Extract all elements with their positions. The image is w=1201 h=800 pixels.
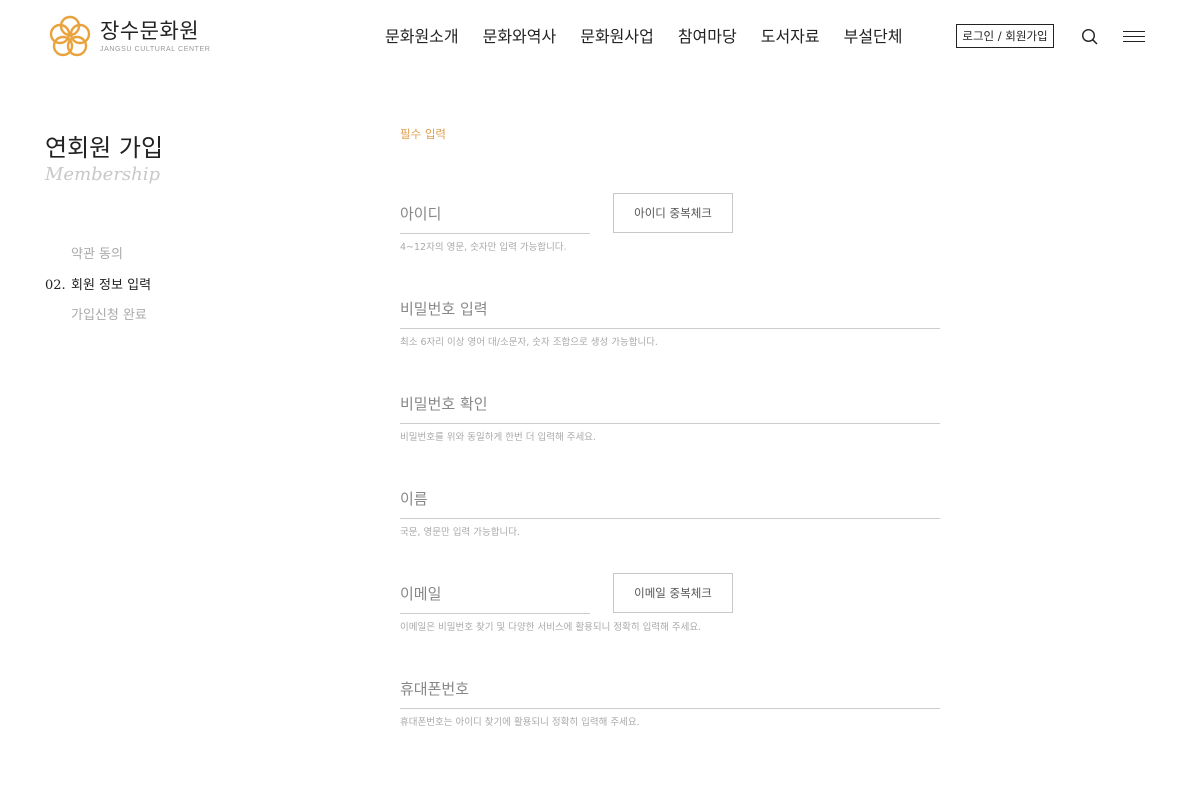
- nav-item-community[interactable]: 참여마당: [678, 26, 737, 48]
- nav-item-affiliates[interactable]: 부설단체: [844, 26, 903, 48]
- site-logo[interactable]: 장수문화원 JANGSU CULTURAL CENTER: [48, 14, 210, 58]
- password-field-group: 최소 6자리 이상 영어 대/소문자, 숫자 조합으로 생성 가능합니다.: [400, 291, 940, 348]
- id-input[interactable]: [400, 196, 590, 232]
- step-label: 회원 정보 입력: [71, 277, 152, 293]
- logo-name-en: JANGSU CULTURAL CENTER: [100, 46, 211, 53]
- name-hint: 국문, 영문만 입력 가능합니다.: [400, 527, 520, 538]
- nav-item-about[interactable]: 문화원소개: [385, 26, 459, 48]
- nav-item-library[interactable]: 도서자료: [761, 26, 820, 48]
- nav-item-history[interactable]: 문화와역사: [483, 26, 557, 48]
- name-field-group: 국문, 영문만 입력 가능합니다.: [400, 481, 940, 538]
- id-hint: 4~12자의 영문, 숫자만 입력 가능합니다.: [400, 242, 567, 253]
- page-title: 연회원 가입: [45, 134, 164, 162]
- password-confirm-hint: 비밀번호를 위와 동일하게 한번 더 입력해 주세요.: [400, 432, 596, 443]
- id-duplicate-check-button[interactable]: 아이디 중복체크: [613, 193, 733, 233]
- logo-name-ko: 장수문화원: [100, 19, 200, 43]
- password-confirm-field-group: 비밀번호를 위와 동일하게 한번 더 입력해 주세요.: [400, 386, 940, 443]
- name-input[interactable]: [400, 481, 940, 517]
- phone-hint: 휴대폰번호는 아이디 찾기에 활용되니 정확히 입력해 주세요.: [400, 717, 640, 728]
- email-hint: 이메일은 비밀번호 찾기 및 다양한 서비스에 활용되니 정확히 입력해 주세요…: [400, 622, 702, 633]
- password-hint: 최소 6자리 이상 영어 대/소문자, 숫자 조합으로 생성 가능합니다.: [400, 337, 658, 348]
- id-field-group: 4~12자의 영문, 숫자만 입력 가능합니다.: [400, 196, 590, 253]
- hamburger-menu-icon[interactable]: [1123, 30, 1145, 44]
- phone-field-group: 휴대폰번호는 아이디 찾기에 활용되니 정확히 입력해 주세요.: [400, 671, 940, 728]
- email-duplicate-check-button[interactable]: 이메일 중복체크: [613, 573, 733, 613]
- step-number: 02.: [45, 277, 66, 293]
- page-subtitle: Membership: [45, 164, 161, 185]
- email-input[interactable]: [400, 576, 590, 612]
- nav-item-programs[interactable]: 문화원사업: [580, 26, 654, 48]
- phone-input[interactable]: [400, 671, 940, 707]
- search-icon[interactable]: [1081, 28, 1099, 46]
- password-confirm-input[interactable]: [400, 386, 940, 422]
- login-signup-button[interactable]: 로그인 / 회원가입: [956, 24, 1054, 48]
- step-label: 가입신청 완료: [71, 308, 147, 323]
- step-label: 약관 동의: [71, 247, 123, 262]
- password-input[interactable]: [400, 291, 940, 327]
- main-nav: 문화원소개 문화와역사 문화원사업 참여마당 도서자료 부설단체: [385, 26, 927, 48]
- required-label: 필수 입력: [400, 127, 446, 141]
- logo-emblem-icon: [49, 15, 91, 57]
